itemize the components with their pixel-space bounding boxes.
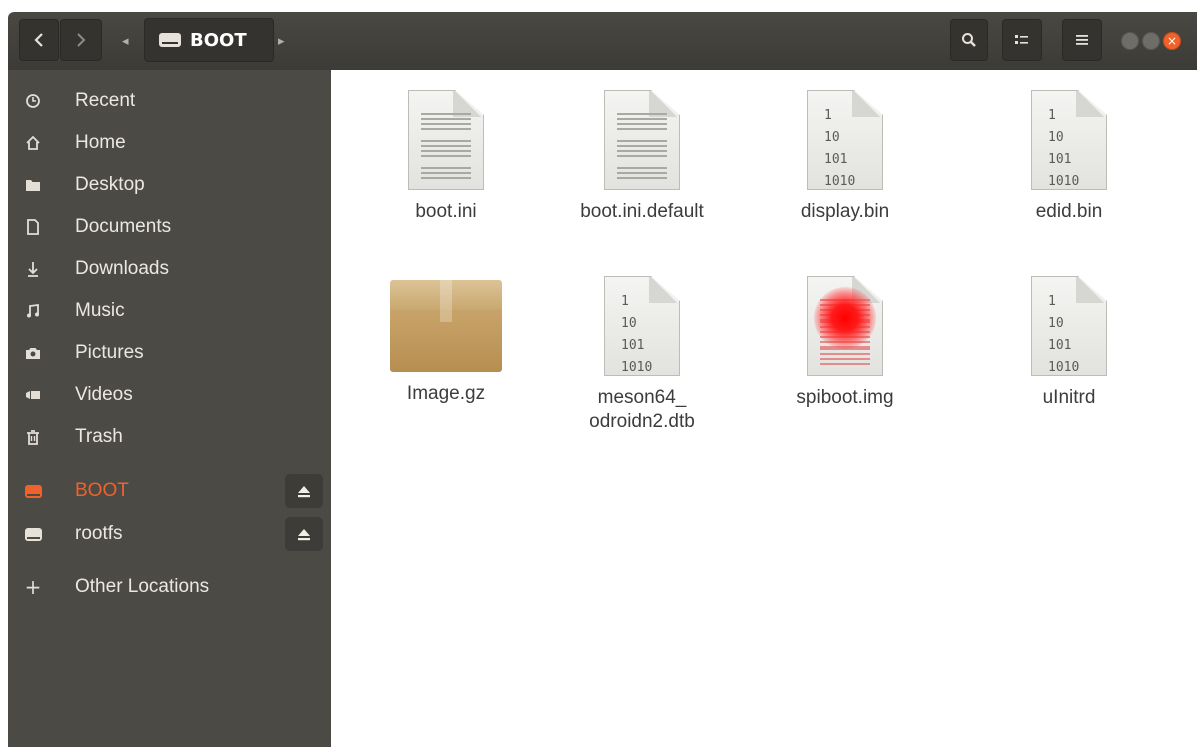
sidebar-item-music[interactable]: Music — [8, 291, 331, 331]
red-blob — [814, 287, 876, 349]
clock-icon — [22, 90, 44, 112]
chevron-right-icon — [77, 33, 86, 47]
drive-icon — [22, 480, 44, 502]
binary-glyph: 1 10 101 1010 — [621, 294, 653, 375]
eject-icon — [298, 528, 310, 540]
eject-icon — [298, 485, 310, 497]
eject-button[interactable] — [285, 517, 323, 551]
binary-file-icon: 1 10 101 1010 — [1031, 90, 1107, 190]
binary-glyph: 1 10 101 1010 — [1048, 294, 1080, 375]
binary-file-icon: 1 10 101 1010 — [1031, 276, 1107, 376]
sidebar-item-label: Downloads — [75, 258, 169, 279]
plus-icon: + — [24, 575, 42, 599]
file-name: spiboot.img — [796, 387, 894, 408]
header-bar: ◂ BOOT ▸ × — [8, 12, 1197, 70]
sidebar-item-label: Recent — [75, 90, 136, 111]
document-icon — [22, 216, 44, 238]
image-file-icon — [807, 276, 883, 376]
sidebar-item-rootfs[interactable]: rootfs — [8, 514, 331, 554]
folder-icon — [22, 174, 44, 196]
file-item-display-bin[interactable]: 1 10 101 1010 display.bin — [750, 90, 940, 224]
sidebar-item-other-locations[interactable]: + Other Locations — [8, 567, 331, 607]
sidebar-item-documents[interactable]: Documents — [8, 207, 331, 247]
file-name: meson64_ odroidn2.dtb — [589, 387, 695, 432]
binary-file-icon: 1 10 101 1010 — [807, 90, 883, 190]
sidebar-item-pictures[interactable]: Pictures — [8, 333, 331, 373]
sidebar-item-label: rootfs — [75, 523, 123, 544]
file-name: edid.bin — [1035, 201, 1103, 222]
sidebar-item-downloads[interactable]: Downloads — [8, 249, 331, 289]
sidebar-item-boot[interactable]: BOOT — [8, 471, 331, 511]
file-name: uInitrd — [1042, 387, 1096, 408]
file-name: display.bin — [800, 201, 890, 222]
back-button[interactable] — [19, 19, 59, 61]
forward-button[interactable] — [60, 19, 102, 61]
text-file-icon — [408, 90, 484, 190]
file-item-boot-ini-default[interactable]: boot.ini.default — [547, 90, 737, 224]
file-name: Image.gz — [406, 383, 486, 404]
file-item-meson64-dtb[interactable]: 1 10 101 1010 meson64_ odroidn2.dtb — [547, 276, 737, 434]
text-file-icon — [604, 90, 680, 190]
search-icon — [962, 33, 976, 47]
sidebar-item-trash[interactable]: Trash — [8, 417, 331, 457]
file-item-edid-bin[interactable]: 1 10 101 1010 edid.bin — [974, 90, 1164, 224]
drive-icon — [22, 523, 44, 545]
binary-file-icon: 1 10 101 1010 — [604, 276, 680, 376]
maximize-button[interactable] — [1142, 32, 1160, 50]
camera-icon — [22, 342, 44, 364]
binary-glyph: 1 10 101 1010 — [824, 108, 856, 189]
file-item-image-gz[interactable]: Image.gz — [351, 276, 541, 406]
file-name: boot.ini — [415, 201, 477, 222]
trash-icon — [22, 426, 44, 448]
drive-icon — [159, 33, 181, 47]
video-icon — [22, 384, 44, 406]
view-toggle-button[interactable] — [1002, 19, 1042, 61]
close-icon: × — [1166, 34, 1178, 48]
file-item-spiboot-img[interactable]: spiboot.img — [750, 276, 940, 410]
file-item-boot-ini[interactable]: boot.ini — [351, 90, 541, 224]
crumb-left-arrow-icon[interactable]: ◂ — [122, 34, 129, 49]
crumb-right-arrow-icon[interactable]: ▸ — [278, 34, 285, 49]
sidebar-item-label: Videos — [75, 384, 133, 405]
home-icon — [22, 132, 44, 154]
menu-button[interactable] — [1062, 19, 1102, 61]
sidebar: Recent Home Desktop Documents Downloads … — [8, 70, 331, 747]
file-name: boot.ini.default — [580, 201, 704, 222]
search-button[interactable] — [950, 19, 988, 61]
location-crumb[interactable]: BOOT — [144, 18, 274, 62]
binary-glyph: 1 10 101 1010 — [1048, 108, 1080, 189]
chevron-left-icon — [34, 33, 43, 47]
sidebar-item-label: Other Locations — [75, 576, 210, 597]
sidebar-item-desktop[interactable]: Desktop — [8, 165, 331, 205]
archive-icon — [390, 280, 502, 372]
sidebar-item-label: BOOT — [75, 480, 129, 501]
hamburger-menu-icon — [1076, 35, 1088, 45]
music-icon — [22, 300, 44, 322]
sidebar-item-home[interactable]: Home — [8, 123, 331, 163]
sidebar-item-label: Home — [75, 132, 126, 153]
sidebar-item-label: Pictures — [75, 342, 144, 363]
sidebar-item-label: Desktop — [75, 174, 145, 195]
eject-button[interactable] — [285, 474, 323, 508]
sidebar-item-label: Documents — [75, 216, 172, 237]
location-label: BOOT — [190, 29, 247, 51]
close-button[interactable]: × — [1163, 32, 1181, 50]
download-icon — [22, 258, 44, 280]
file-item-uinitrd[interactable]: 1 10 101 1010 uInitrd — [974, 276, 1164, 410]
sidebar-item-recent[interactable]: Recent — [8, 81, 331, 121]
sidebar-item-label: Trash — [75, 426, 123, 447]
sidebar-item-videos[interactable]: Videos — [8, 375, 331, 415]
view-options-icon — [1015, 35, 1028, 44]
minimize-button[interactable] — [1121, 32, 1139, 50]
sidebar-item-label: Music — [75, 300, 125, 321]
file-grid: boot.ini boot.ini.default 1 10 101 1010 … — [331, 70, 1197, 747]
